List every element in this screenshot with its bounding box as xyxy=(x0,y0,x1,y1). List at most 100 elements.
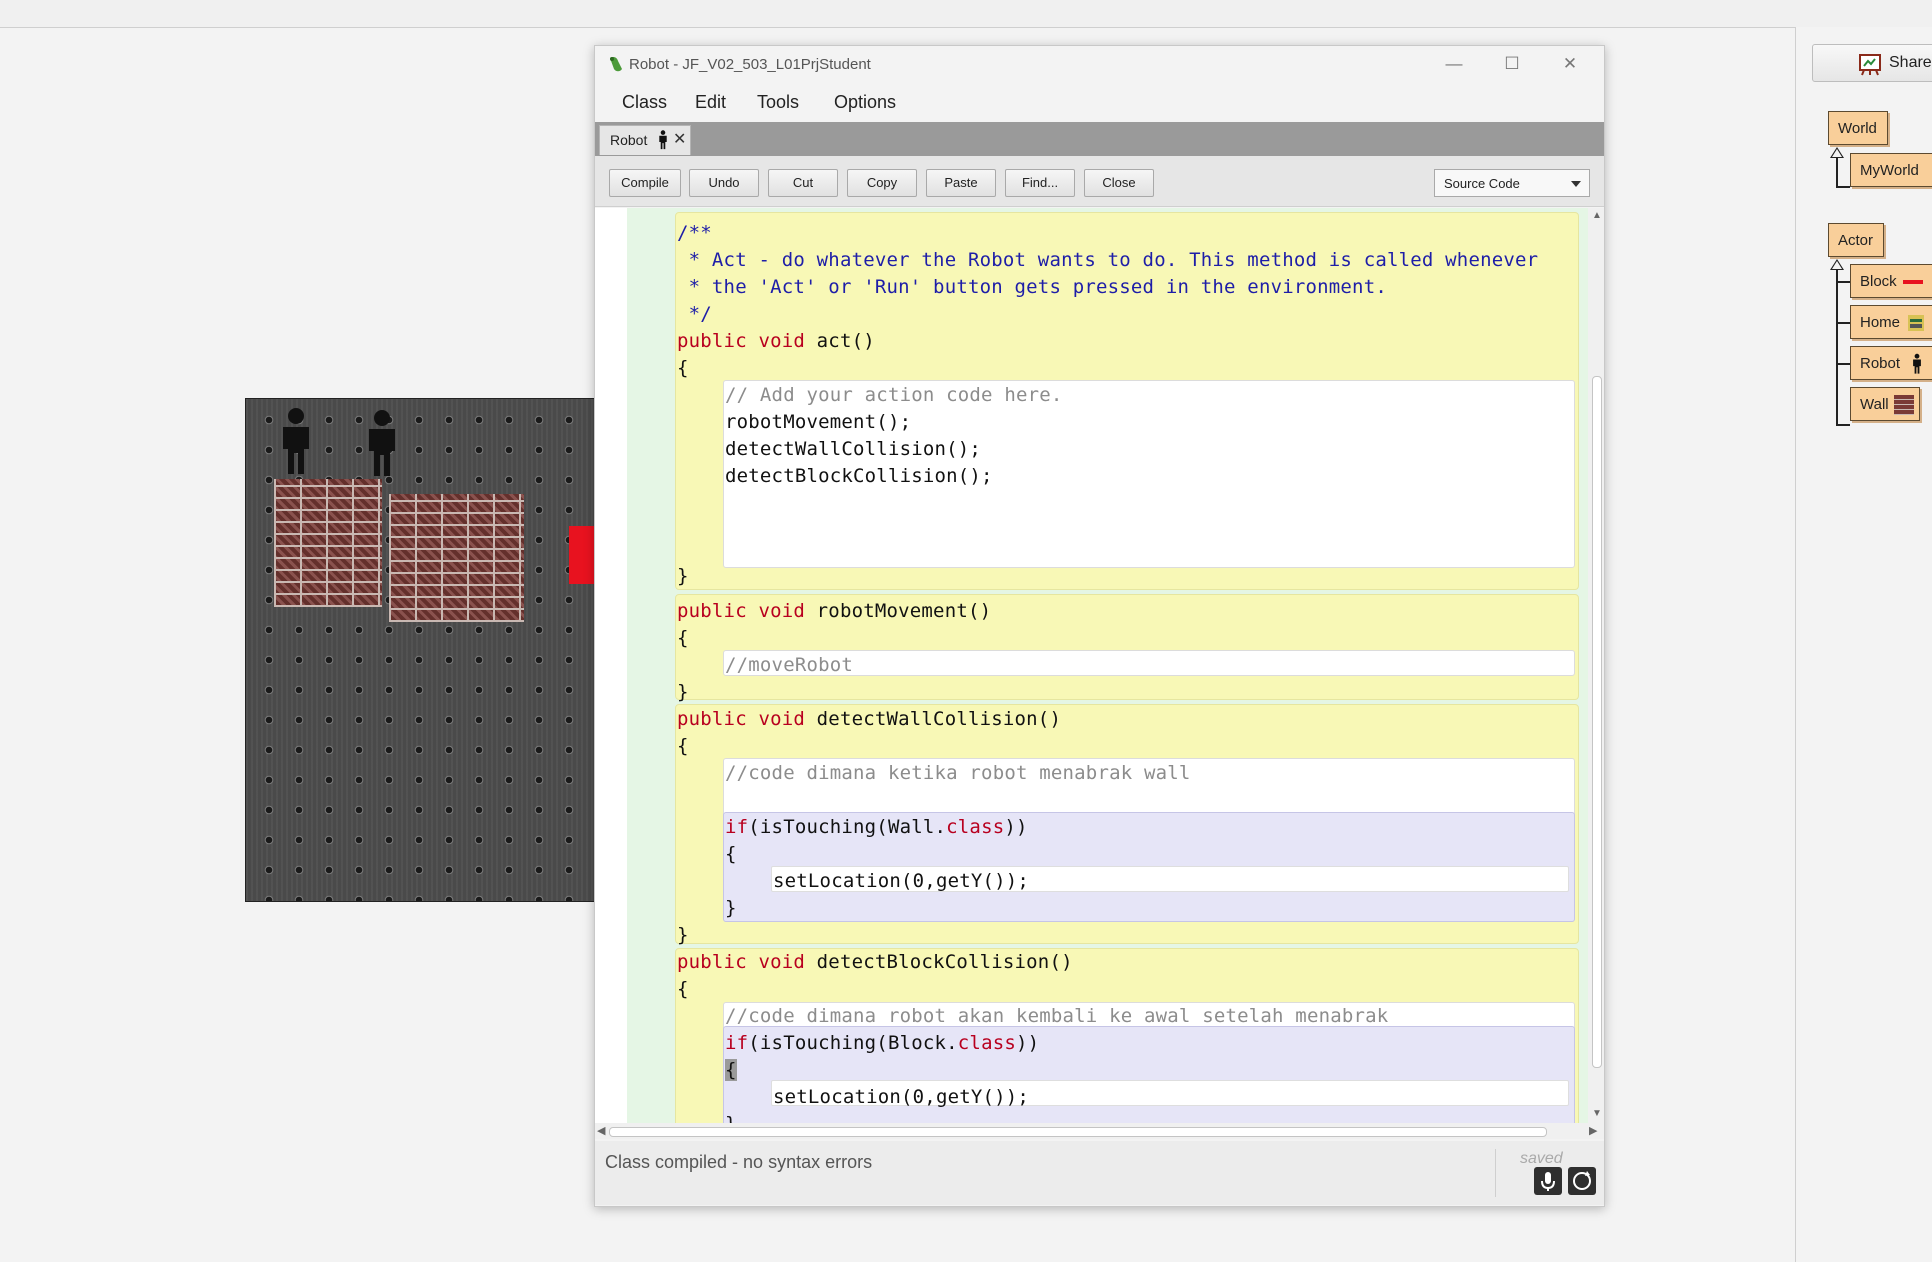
refresh-button[interactable] xyxy=(1568,1167,1596,1195)
chevron-down-icon xyxy=(1571,181,1581,187)
code-text: detectBlockCollision() xyxy=(805,951,1073,973)
code-line: public void detectBlockCollision() xyxy=(677,951,1073,973)
scroll-up-icon[interactable]: ▲ xyxy=(1592,210,1602,221)
scroll-right-icon[interactable]: ▶ xyxy=(1589,1124,1597,1137)
status-divider xyxy=(1495,1149,1496,1197)
code-line: } xyxy=(677,681,689,703)
class-label: MyWorld xyxy=(1860,162,1919,179)
scroll-left-icon[interactable]: ◀ xyxy=(597,1124,605,1137)
class-home[interactable]: Home xyxy=(1850,305,1932,339)
vertical-scrollbar[interactable]: ▲ ▼ xyxy=(1588,208,1604,1123)
class-label: Actor xyxy=(1838,232,1874,249)
tree-line xyxy=(1836,186,1850,188)
code-keyword: if xyxy=(725,1032,749,1054)
world-canvas[interactable] xyxy=(245,398,597,902)
view-selector-value: Source Code xyxy=(1444,176,1520,191)
class-label: Home xyxy=(1860,314,1901,331)
class-label: Robot xyxy=(1860,355,1901,372)
code-keyword: public void xyxy=(677,330,806,352)
view-selector[interactable]: Source Code xyxy=(1434,169,1590,197)
horizontal-scrollbar[interactable]: ◀ ▶ xyxy=(595,1123,1604,1139)
robot-actor xyxy=(369,410,395,476)
code-keyword: public void xyxy=(677,951,806,973)
editor-toolbar: Compile Undo Cut Copy Paste Find... Clos… xyxy=(595,156,1604,207)
maximize-button[interactable]: ☐ xyxy=(1490,50,1534,78)
code-line: //code dimana robot akan kembali ke awal… xyxy=(725,1005,1389,1027)
menu-class[interactable]: Class xyxy=(622,92,667,113)
code-line: //code dimana ketika robot menabrak wall xyxy=(725,762,1191,784)
code-keyword: if xyxy=(725,816,749,838)
code-line: detectBlockCollision(); xyxy=(725,465,993,487)
cut-button[interactable]: Cut xyxy=(768,169,838,197)
wall-actor xyxy=(389,494,524,622)
scroll-thumb[interactable] xyxy=(1592,376,1602,1068)
code-line: } xyxy=(677,565,689,587)
robot-person-icon xyxy=(1913,353,1921,374)
code-text: )) xyxy=(1004,816,1028,838)
minimize-button[interactable]: — xyxy=(1432,50,1476,78)
block-icon xyxy=(1903,280,1923,284)
find-button[interactable]: Find... xyxy=(1005,169,1075,197)
tree-line xyxy=(1836,281,1850,283)
code-line: { xyxy=(725,843,737,865)
scroll-thumb[interactable] xyxy=(609,1127,1547,1137)
share-button[interactable]: Share xyxy=(1812,44,1932,82)
code-line: { xyxy=(725,1059,737,1081)
class-diagram-panel: Share World MyWorld Actor Block Home Rob… xyxy=(1795,27,1932,1262)
status-message: Class compiled - no syntax errors xyxy=(605,1152,873,1172)
class-robot[interactable]: Robot xyxy=(1850,346,1932,380)
saved-indicator: saved xyxy=(1520,1150,1563,1167)
class-block[interactable]: Block xyxy=(1850,264,1932,298)
code-line: * the 'Act' or 'Run' button gets pressed… xyxy=(677,276,1387,298)
refresh-icon xyxy=(1573,1171,1591,1190)
title-bar: Robot - JF_V02_503_L01PrjStudent — ☐ ✕ xyxy=(595,46,1604,82)
line-gutter xyxy=(595,208,627,1123)
code-text: robotMovement() xyxy=(805,600,992,622)
class-world[interactable]: World xyxy=(1828,111,1888,145)
class-actor[interactable]: Actor xyxy=(1828,223,1884,257)
code-text: detectWallCollision() xyxy=(805,708,1062,730)
undo-button[interactable]: Undo xyxy=(689,169,759,197)
code-keyword: public void xyxy=(677,708,806,730)
tab-strip: Robot ✕ xyxy=(595,122,1604,156)
wall-icon xyxy=(1894,395,1914,415)
code-line: { xyxy=(677,735,689,757)
inherit-arrow xyxy=(1830,147,1844,158)
class-label: Wall xyxy=(1860,396,1889,413)
code-line: * Act - do whatever the Robot wants to d… xyxy=(677,249,1539,271)
menu-edit[interactable]: Edit xyxy=(695,92,726,113)
menu-tools[interactable]: Tools xyxy=(757,92,799,113)
home-icon xyxy=(1908,315,1924,331)
code-text: act() xyxy=(805,330,875,352)
editor-window: Robot - JF_V02_503_L01PrjStudent — ☐ ✕ C… xyxy=(594,45,1605,1207)
tab-close-icon[interactable]: ✕ xyxy=(673,129,686,149)
microphone-button[interactable] xyxy=(1534,1167,1562,1195)
code-line: setLocation(0,getY()); xyxy=(773,1086,1030,1108)
code-line: { xyxy=(677,978,689,1000)
code-line: //moveRobot xyxy=(725,654,854,676)
copy-button[interactable]: Copy xyxy=(847,169,917,197)
scroll-down-icon[interactable]: ▼ xyxy=(1592,1108,1602,1119)
code-editor[interactable]: /** * Act - do whatever the Robot wants … xyxy=(595,208,1588,1123)
menu-options[interactable]: Options xyxy=(834,92,896,113)
microphone-icon xyxy=(1541,1172,1555,1191)
code-keyword: public void xyxy=(677,600,806,622)
tree-line xyxy=(1836,322,1850,324)
tree-line xyxy=(1836,270,1838,425)
tab-robot[interactable]: Robot ✕ xyxy=(599,125,691,155)
compile-button[interactable]: Compile xyxy=(609,169,681,197)
tree-line xyxy=(1836,158,1838,188)
close-window-button[interactable]: ✕ xyxy=(1548,50,1592,78)
wall-actor xyxy=(274,479,382,607)
code-line: } xyxy=(725,897,737,919)
code-line: // Add your action code here. xyxy=(725,384,1063,406)
close-button[interactable]: Close xyxy=(1084,169,1154,197)
paste-button[interactable]: Paste xyxy=(926,169,996,197)
code-line: } xyxy=(677,924,689,946)
share-label: Share xyxy=(1889,54,1932,71)
class-myworld[interactable]: MyWorld xyxy=(1850,153,1932,187)
class-wall[interactable]: Wall xyxy=(1850,387,1920,421)
robot-person-icon xyxy=(659,130,667,150)
code-line: */ xyxy=(677,303,712,325)
code-line: public void detectWallCollision() xyxy=(677,708,1061,730)
